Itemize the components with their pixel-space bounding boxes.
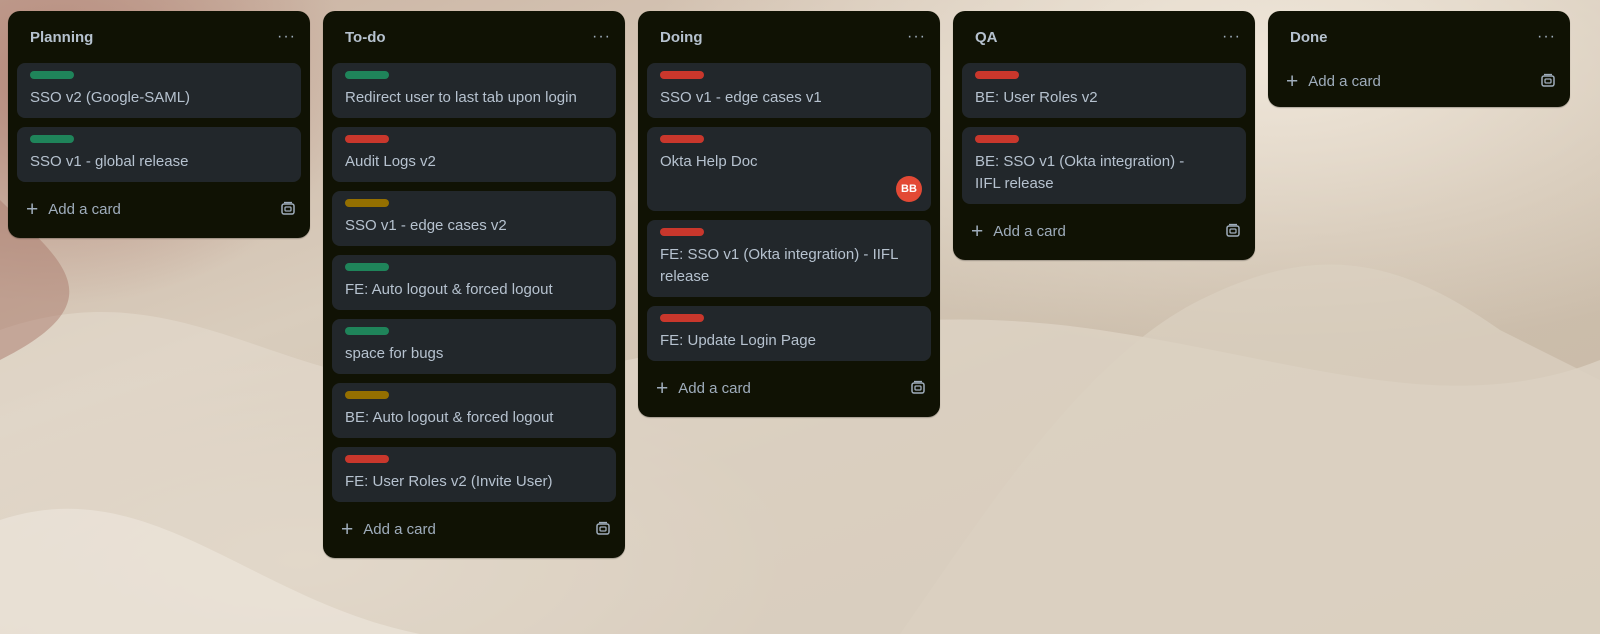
add-card-label: Add a card [678,379,751,397]
add-card-label: Add a card [1308,72,1381,90]
card-title: BE: User Roles v2 [975,89,1098,106]
create-from-template-icon[interactable] [1225,223,1241,239]
card-label-red[interactable] [975,135,1019,143]
card-title: Redirect user to last tab upon login [345,89,577,106]
card[interactable]: SSO v2 (Google-SAML) [17,63,301,118]
plus-icon: + [26,197,39,221]
list-menu-icon[interactable]: ··· [1537,29,1556,45]
card-label-green[interactable] [30,71,74,79]
plus-icon: + [971,219,984,243]
card-label-red[interactable] [345,135,389,143]
card-list: BE: User Roles v2 BE: SSO v1 (Okta integr… [953,63,1255,204]
add-card-label: Add a card [48,200,121,218]
add-card-row: + Add a card [953,210,1255,252]
add-card-button[interactable]: + Add a card [656,378,751,399]
card[interactable]: FE: Update Login Page [647,306,931,361]
create-from-template-icon[interactable] [595,521,611,537]
card-title: Audit Logs v2 [345,153,436,170]
list-title[interactable]: Doing [660,29,703,46]
list-done: Done ··· + Add a card [1268,11,1570,107]
card[interactable]: FE: SSO v1 (Okta integration) - IIFL rel… [647,220,931,297]
card-title: BE: SSO v1 (Okta integration) - IIFL rel… [975,153,1185,192]
add-card-row: + Add a card [1268,63,1570,99]
card[interactable]: Okta Help Doc BB [647,127,931,211]
card[interactable]: FE: Auto logout & forced logout [332,255,616,310]
card-title: FE: Auto logout & forced logout [345,281,553,298]
list-header[interactable]: Doing ··· [638,11,940,63]
card-label-red[interactable] [975,71,1019,79]
list-title[interactable]: Planning [30,29,93,46]
card[interactable]: Audit Logs v2 [332,127,616,182]
card[interactable]: space for bugs [332,319,616,374]
add-card-row: + Add a card [8,188,310,230]
list-menu-icon[interactable]: ··· [277,29,296,45]
card-list: Redirect user to last tab upon login Audi… [323,63,625,502]
add-card-row: + Add a card [323,508,625,550]
create-from-template-icon[interactable] [280,201,296,217]
add-card-button[interactable]: + Add a card [1286,71,1381,92]
add-card-row: + Add a card [638,367,940,409]
list-header[interactable]: QA ··· [953,11,1255,63]
card-title: SSO v1 - edge cases v1 [660,89,822,106]
add-card-button[interactable]: + Add a card [341,519,436,540]
create-from-template-icon[interactable] [1540,73,1556,89]
card-list: SSO v2 (Google-SAML) SSO v1 - global rele… [8,63,310,182]
board: Planning ··· SSO v2 (Google-SAML) SSO v1 … [8,11,1570,558]
card[interactable]: BE: SSO v1 (Okta integration) - IIFL rel… [962,127,1246,204]
card[interactable]: SSO v1 - edge cases v2 [332,191,616,246]
card-label-green[interactable] [30,135,74,143]
card-label-green[interactable] [345,327,389,335]
card[interactable]: BE: User Roles v2 [962,63,1246,118]
card[interactable]: SSO v1 - global release [17,127,301,182]
card-title: Okta Help Doc [660,153,758,170]
card-label-red[interactable] [345,455,389,463]
card-title: SSO v1 - edge cases v2 [345,217,507,234]
list-header[interactable]: Planning ··· [8,11,310,63]
list-menu-icon[interactable]: ··· [1222,29,1241,45]
plus-icon: + [1286,69,1299,93]
card-title: space for bugs [345,345,444,362]
list-qa: QA ··· BE: User Roles v2 BE: SSO v1 (Okta… [953,11,1255,260]
card-title: SSO v1 - global release [30,153,189,170]
card-label-yellow[interactable] [345,199,389,207]
plus-icon: + [656,376,669,400]
card-title: BE: Auto logout & forced logout [345,409,554,426]
list-header[interactable]: Done ··· [1268,11,1570,63]
card-label-yellow[interactable] [345,391,389,399]
card-label-green[interactable] [345,263,389,271]
card[interactable]: SSO v1 - edge cases v1 [647,63,931,118]
list-doing: Doing ··· SSO v1 - edge cases v1 Okta Hel… [638,11,940,417]
add-card-label: Add a card [363,520,436,538]
plus-icon: + [341,517,354,541]
card[interactable]: FE: User Roles v2 (Invite User) [332,447,616,502]
member-avatar[interactable]: BB [896,176,922,202]
create-from-template-icon[interactable] [910,380,926,396]
card-label-green[interactable] [345,71,389,79]
list-header[interactable]: To-do ··· [323,11,625,63]
list-menu-icon[interactable]: ··· [907,29,926,45]
list-title[interactable]: To-do [345,29,386,46]
card-list: SSO v1 - edge cases v1 Okta Help Doc BB FE:… [638,63,940,361]
card-label-red[interactable] [660,228,704,236]
card-title: FE: User Roles v2 (Invite User) [345,473,553,490]
card-label-red[interactable] [660,71,704,79]
add-card-label: Add a card [993,222,1066,240]
card-label-red[interactable] [660,314,704,322]
card-title: FE: SSO v1 (Okta integration) - IIFL rel… [660,246,898,285]
list-title[interactable]: Done [1290,29,1328,46]
add-card-button[interactable]: + Add a card [26,199,121,220]
card-title: FE: Update Login Page [660,332,816,349]
list-planning: Planning ··· SSO v2 (Google-SAML) SSO v1 … [8,11,310,238]
list-title[interactable]: QA [975,29,998,46]
list-menu-icon[interactable]: ··· [592,29,611,45]
list-to-do: To-do ··· Redirect user to last tab upon… [323,11,625,558]
card-title: SSO v2 (Google-SAML) [30,89,191,106]
card[interactable]: BE: Auto logout & forced logout [332,383,616,438]
card-label-red[interactable] [660,135,704,143]
card[interactable]: Redirect user to last tab upon login [332,63,616,118]
add-card-button[interactable]: + Add a card [971,221,1066,242]
